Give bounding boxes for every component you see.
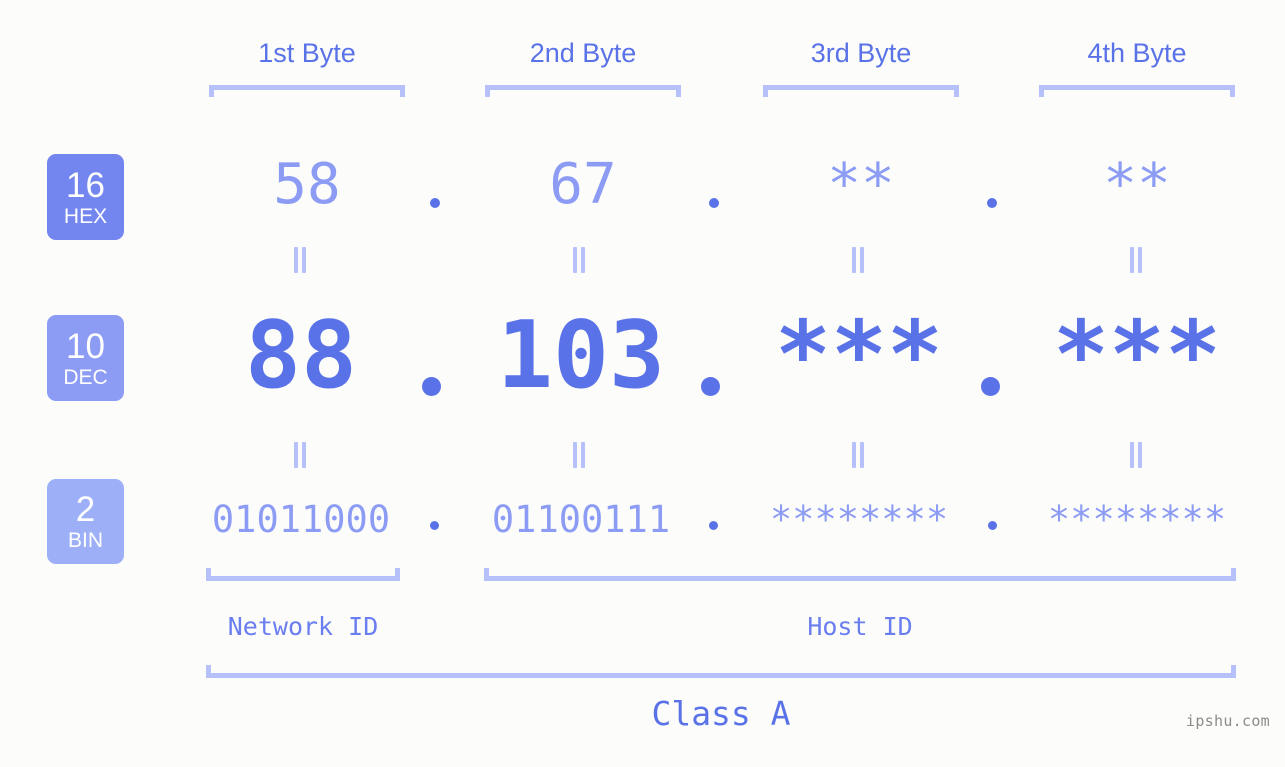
equals-mark-dec-bin-2	[572, 442, 586, 468]
hex-separator-dot-3	[987, 198, 997, 208]
dec-separator-dot-1	[422, 377, 441, 396]
hex-separator-dot-2	[709, 198, 719, 208]
bin-byte-3-value: ********	[769, 498, 949, 541]
byte-header-2: 2nd Byte	[529, 38, 637, 68]
dec-byte-3-value: ***	[775, 301, 943, 409]
host-id-bracket	[484, 568, 1236, 581]
bin-separator-dot-2	[709, 521, 718, 530]
base-badge-dec-label: DEC	[63, 365, 108, 389]
hex-separator-dot-1	[430, 198, 440, 208]
equals-mark-hex-dec-2	[572, 247, 586, 273]
base-badge-dec-number: 10	[66, 326, 105, 366]
hex-byte-1-value: 58	[273, 152, 341, 217]
bin-separator-dot-1	[430, 521, 439, 530]
base-badge-bin-number: 2	[75, 490, 96, 529]
base-badge-bin: 2 BIN	[47, 479, 124, 564]
bin-separator-dot-3	[988, 521, 997, 530]
byte-header-4: 4th Byte	[1087, 38, 1187, 68]
hex-byte-2-value: 67	[549, 152, 617, 217]
ip-address-breakdown-diagram: 1st Byte 2nd Byte 3rd Byte 4th Byte 16 H…	[0, 0, 1285, 767]
byte-header-1: 1st Byte	[258, 38, 356, 68]
base-badge-hex: 16 HEX	[47, 154, 124, 240]
bin-byte-4-value: ********	[1047, 498, 1227, 541]
equals-mark-hex-dec-4	[1129, 247, 1143, 273]
equals-mark-hex-dec-1	[293, 247, 307, 273]
base-badge-hex-number: 16	[66, 165, 105, 205]
byte-header-3: 3rd Byte	[810, 38, 912, 68]
dec-byte-1-value: 88	[245, 301, 357, 409]
network-id-label: Network ID	[227, 612, 379, 641]
dec-byte-2-value: 103	[497, 301, 665, 409]
base-badge-dec: 10 DEC	[47, 315, 124, 401]
bin-byte-1-value: 01011000	[211, 498, 391, 541]
base-badge-bin-label: BIN	[67, 529, 103, 552]
equals-mark-dec-bin-4	[1129, 442, 1143, 468]
dec-separator-dot-2	[701, 377, 720, 396]
equals-mark-dec-bin-1	[293, 442, 307, 468]
byte-bracket-2	[485, 85, 681, 97]
dec-separator-dot-3	[981, 377, 1000, 396]
hex-byte-4-value: **	[1103, 152, 1171, 217]
host-id-label: Host ID	[807, 612, 913, 641]
network-id-bracket	[206, 568, 400, 581]
watermark: ipshu.com	[1186, 712, 1270, 730]
equals-mark-dec-bin-3	[851, 442, 865, 468]
dec-byte-4-value: ***	[1053, 301, 1221, 409]
bin-byte-2-value: 01100111	[491, 498, 671, 541]
base-badge-hex-label: HEX	[63, 204, 108, 228]
class-label: Class A	[651, 694, 791, 733]
byte-bracket-4	[1039, 85, 1235, 97]
equals-mark-hex-dec-3	[851, 247, 865, 273]
byte-bracket-3	[763, 85, 959, 97]
hex-byte-3-value: **	[827, 152, 895, 217]
class-bracket	[206, 665, 1236, 678]
byte-bracket-1	[209, 85, 405, 97]
